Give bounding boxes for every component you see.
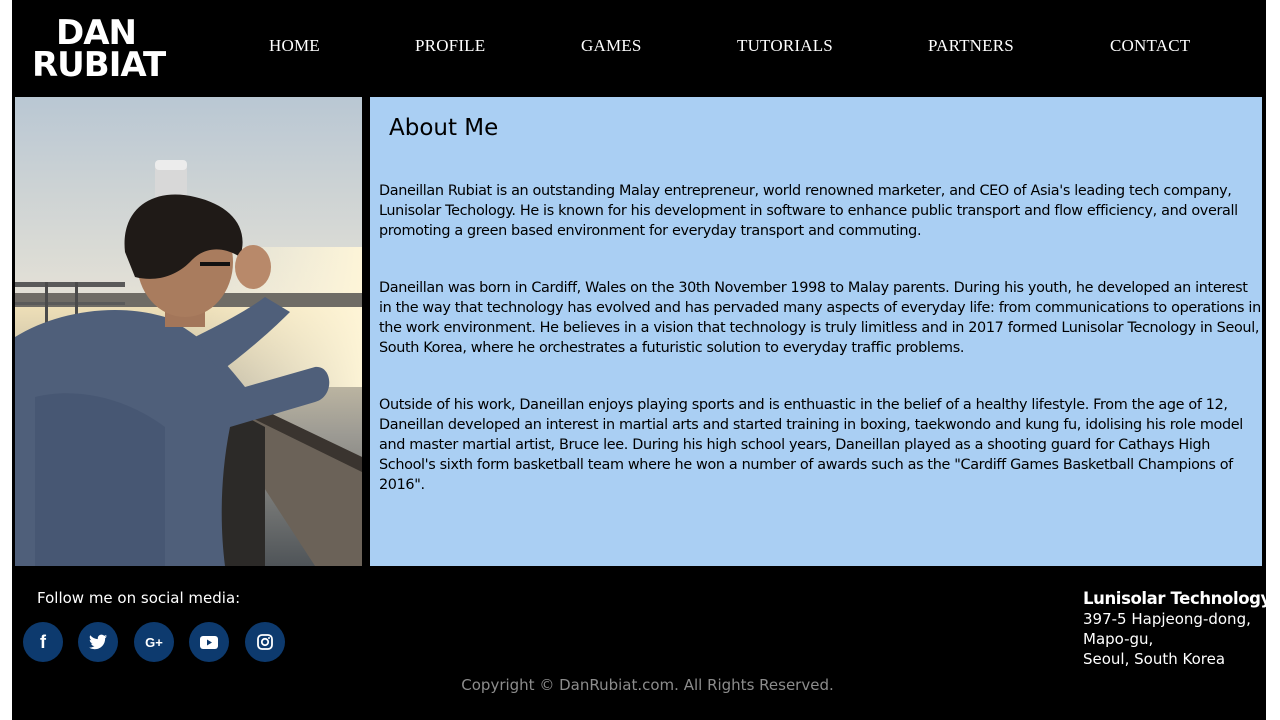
nav-contact[interactable]: CONTACT [1110,36,1190,56]
nav-tutorials[interactable]: TUTORIALS [737,36,833,56]
youtube-button[interactable] [189,622,229,662]
about-paragraph-2: Daneillan was born in Cardiff, Wales on … [379,280,1261,356]
instagram-button[interactable] [245,622,285,662]
instagram-icon [257,634,273,650]
company-info: Lunisolar Technology 397-5 Hapjeong-dong… [1083,589,1271,669]
facebook-icon: f [40,631,46,652]
about-paragraph-1: Daneillan Rubiat is an outstanding Malay… [379,183,1238,239]
about-title: About Me [389,115,499,141]
nav-profile[interactable]: PROFILE [415,36,485,56]
company-address-line-2: Mapo-gu, [1083,630,1154,648]
google-plus-button[interactable]: G+ [134,622,174,662]
company-name: Lunisolar Technology [1083,589,1271,608]
social-follow-label: Follow me on social media: [37,589,241,607]
nav-games[interactable]: GAMES [581,36,642,56]
company-address-line-3: Seoul, South Korea [1083,650,1226,668]
about-section: About Me Daneillan Rubiat is an outstand… [370,97,1262,566]
youtube-icon [200,635,218,649]
nav-home[interactable]: HOME [269,36,320,56]
google-plus-icon: G+ [145,634,163,650]
profile-photo [15,97,362,566]
company-address-line-1: 397-5 Hapjeong-dong, [1083,610,1251,628]
twitter-icon [89,634,107,650]
about-paragraph-3: Outside of his work, Daneillan enjoys pl… [379,397,1243,493]
main-nav: HOME PROFILE GAMES TUTORIALS PARTNERS CO… [0,36,1280,60]
nav-partners[interactable]: PARTNERS [928,36,1014,56]
copyright-text: Copyright © DanRubiat.com. All Rights Re… [461,676,834,694]
twitter-button[interactable] [78,622,118,662]
facebook-button[interactable]: f [23,622,63,662]
